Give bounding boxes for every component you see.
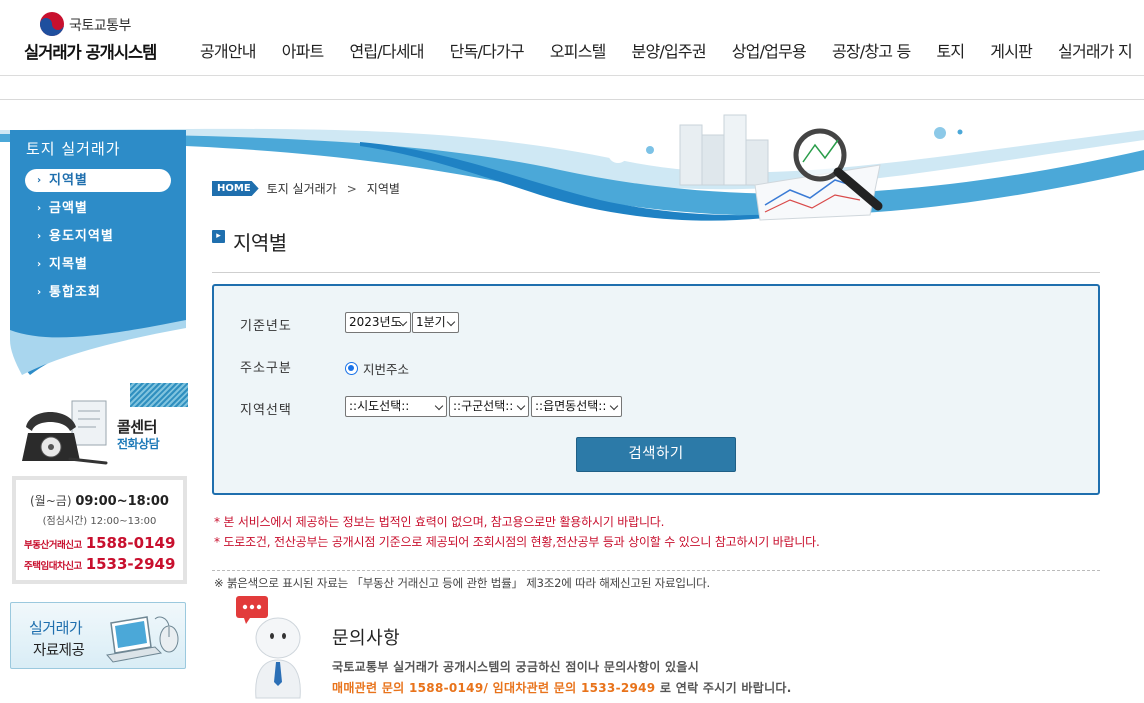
year-label: 기준년도 — [240, 319, 292, 334]
sigungu-select[interactable]: ::구군선택:: — [449, 396, 529, 417]
ministry-name: 국토교통부 — [69, 18, 131, 34]
side-nav-item-combined[interactable]: › 통합조회 — [25, 281, 171, 309]
side-nav-item-zoning[interactable]: › 용도지역별 — [25, 225, 171, 253]
dotted-divider — [212, 570, 1100, 571]
side-nav-item-region[interactable]: › 지역별 — [25, 169, 171, 192]
breadcrumb-current: 지역별 — [366, 182, 400, 196]
nav-item[interactable]: 오피스텔 — [550, 38, 606, 62]
site-logo[interactable]: 국토교통부 실거래가 공개시스템 — [22, 8, 182, 64]
lease-report-phone: 주택임대차신고 1533-2949 — [24, 555, 176, 573]
taegeuk-emblem-icon — [40, 12, 64, 36]
side-nav-title: 토지 실거래가 — [26, 140, 121, 158]
notice-legal-effect: * 본 서비스에서 제공하는 정보는 법적인 효력이 없으며, 참고용으로만 활… — [214, 515, 665, 529]
nav-item[interactable]: 연립/다세대 — [349, 38, 424, 62]
telephone-icon — [22, 400, 108, 465]
eupmyeondong-select[interactable]: ::읍면동선택:: — [531, 396, 622, 417]
sub-bar — [0, 76, 1144, 100]
nav-item[interactable]: 단독/다가구 — [450, 38, 525, 62]
chevron-right-icon: › — [37, 259, 43, 270]
inquiry-phone-numbers: 매매관련 문의 1588-0149/ 임대차관련 문의 1533-2949 — [332, 681, 656, 695]
laptop-mouse-icon — [106, 616, 179, 663]
breadcrumb: HOME 토지 실거래가 > 지역별 — [212, 180, 400, 197]
chevron-right-icon: › — [37, 203, 43, 214]
nav-item[interactable]: 토지 — [936, 38, 965, 62]
inquiry-character-icon — [236, 596, 301, 699]
trade-report-phone: 부동산거래신고 1588-0149 — [24, 534, 176, 552]
notice-cancelled-data: ※ 붉은색으로 표시된 자료는 「부동산 거래신고 등에 관한 법률」 제3조2… — [214, 576, 711, 590]
nav-item[interactable]: 게시판 — [990, 38, 1033, 62]
inquiry-title: 문의사항 — [332, 628, 401, 649]
notice-road-condition: * 도로조건, 전산공부는 공개시점 기준으로 제공되어 조회시점의 현황,전산… — [214, 535, 820, 549]
header: 국토교통부 실거래가 공개시스템 공개안내 아파트 연립/다세대 단독/다가구 … — [0, 0, 1144, 76]
nav-item[interactable]: 공개안내 — [200, 38, 256, 62]
system-name: 실거래가 공개시스템 — [24, 43, 157, 62]
chevron-right-icon: › — [37, 231, 43, 242]
page-title-text: 지역별 — [233, 231, 287, 255]
nav-item[interactable]: 공장/창고 등 — [832, 38, 911, 62]
sido-select[interactable]: ::시도선택:: — [345, 396, 447, 417]
data-provision-line2: 자료제공 — [33, 643, 85, 659]
chevron-right-icon: › — [37, 175, 43, 186]
search-button[interactable]: 검색하기 — [576, 437, 736, 472]
nav-item[interactable]: 실거래가 지 — [1058, 38, 1133, 62]
chevron-right-icon: › — [37, 287, 43, 298]
inquiry-line2-rest: 로 연락 주시기 바랍니다. — [655, 681, 792, 695]
title-marker-icon: ▸ — [212, 230, 225, 243]
inquiry-line2: 매매관련 문의 1588-0149/ 임대차관련 문의 1533-2949 로 … — [332, 679, 792, 696]
data-provision-banner[interactable]: 실거래가 자료제공 — [10, 602, 186, 669]
data-provision-line1: 실거래가 — [29, 619, 83, 637]
side-nav-item-land-category[interactable]: › 지목별 — [25, 253, 171, 281]
year-select[interactable]: 2023년도 — [345, 312, 411, 333]
side-nav-item-amount[interactable]: › 금액별 — [25, 197, 171, 225]
service-hours-box: (월~금) 09:00~18:00 (점심시간) 12:00~13:00 부동산… — [12, 476, 187, 584]
side-nav: 토지 실거래가 › 지역별 › 금액별 › 용도지역별 › 지목별 › 통합조회 — [10, 130, 186, 375]
nav-item[interactable]: 상업/업무용 — [732, 38, 807, 62]
breadcrumb-separator-icon: > — [346, 181, 357, 196]
nav-item[interactable]: 분양/입주권 — [632, 38, 707, 62]
call-center-title: 콜센터 — [117, 418, 157, 436]
global-nav: 공개안내 아파트 연립/다세대 단독/다가구 오피스텔 분양/입주권 상업/업무… — [200, 38, 1144, 62]
call-center-subtitle: 전화상담 — [117, 437, 160, 451]
page-title: ▸ 지역별 — [212, 227, 287, 256]
region-label: 지역선택 — [240, 403, 292, 418]
call-center-banner: 콜센터 전화상담 — [12, 383, 188, 473]
radio-selected-icon[interactable] — [345, 362, 358, 375]
inquiry-line1: 국토교통부 실거래가 공개시스템의 궁금하신 점이나 문의사항이 있을시 — [332, 660, 700, 674]
breadcrumb-section[interactable]: 토지 실거래가 — [267, 180, 337, 197]
nav-item[interactable]: 아파트 — [282, 38, 325, 62]
title-divider — [212, 272, 1100, 273]
decor-stripe — [130, 383, 188, 407]
address-type-radio[interactable]: 지번주소 — [345, 359, 409, 378]
business-hours: (월~금) 09:00~18:00 — [30, 494, 169, 509]
address-type-label: 주소구분 — [240, 361, 292, 376]
breadcrumb-home[interactable]: HOME — [212, 181, 259, 196]
side-nav-list: › 지역별 › 금액별 › 용도지역별 › 지목별 › 통합조회 — [25, 169, 171, 309]
search-form: 기준년도 2023년도 1분기 주소구분 지번주소 지역선택 ::시도선택:: … — [212, 284, 1100, 495]
lunch-hours: (점심시간) 12:00~13:00 — [42, 516, 157, 527]
quarter-select[interactable]: 1분기 — [412, 312, 459, 333]
address-type-option: 지번주소 — [363, 362, 410, 377]
